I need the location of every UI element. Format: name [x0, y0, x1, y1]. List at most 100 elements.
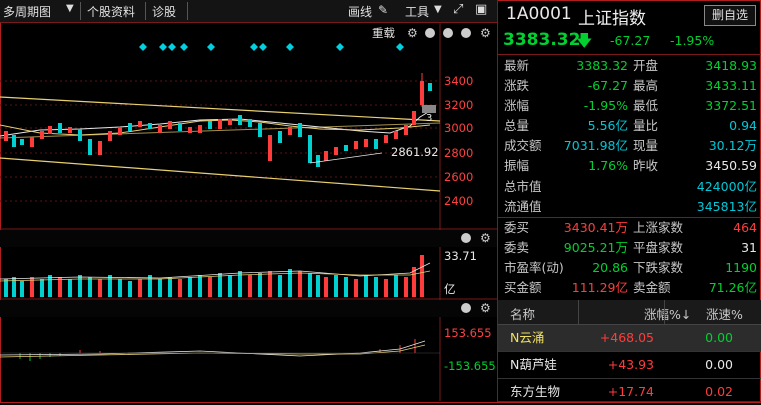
reload-button[interactable]: 重载: [372, 26, 395, 40]
quote-row: 委买 3430.41万 上涨家数 464: [498, 218, 761, 238]
table-row[interactable]: N云涌 +468.05 0.00: [498, 325, 761, 352]
quote-row: 流通值 345813亿: [498, 197, 761, 217]
quote-label: 昨收: [633, 158, 659, 174]
quote-value: 71.26亿: [708, 280, 757, 296]
quote-value: 9025.21万: [563, 239, 628, 255]
candles: [4, 73, 432, 167]
quote-label: 市盈率(动): [504, 259, 564, 275]
quote-value: 1.76%: [588, 158, 628, 174]
quote-value: 424000亿: [696, 178, 757, 194]
row-change: +468.05: [599, 330, 654, 345]
close-pane-icon[interactable]: [461, 28, 471, 38]
quote-row: 市盈率(动) 20.86 下跌家数 1190: [498, 258, 761, 278]
row-name: 东方生物: [510, 384, 561, 399]
quote-label: 最高: [633, 78, 659, 94]
quote-label: 涨跌: [504, 78, 530, 94]
volume-scale-top: 33.71: [444, 249, 477, 263]
quote-value: 5.56亿: [587, 118, 628, 134]
quote-value: 3418.93: [705, 58, 757, 73]
close-macd-pane-icon[interactable]: [461, 303, 471, 313]
quote-row: 买金额 111.29亿 卖金额 71.26亿: [498, 278, 761, 298]
toolbar-separator: [187, 2, 188, 20]
column-header-change[interactable]: 涨幅%↓: [644, 304, 691, 323]
dropdown-arrow-icon[interactable]: ▼: [434, 4, 442, 15]
quote-value: 3372.51: [705, 98, 757, 114]
quote-row: 涨幅 -1.95% 最低 3372.51: [498, 96, 761, 116]
ranking-table: 名称 涨幅%↓ 涨速% N云涌 +468.05 0.00 N葫芦娃 +43.93…: [498, 300, 761, 402]
quote-value: 7031.98亿: [563, 138, 628, 154]
current-price: 3383.32: [503, 30, 581, 50]
quote-label: 开盘: [633, 58, 659, 73]
quote-label: 最新: [504, 58, 530, 73]
stock-name: 上证指数: [578, 9, 646, 29]
down-arrow-icon: 🡇: [576, 31, 593, 50]
stock-header: 1A0001 上证指数 删自选: [498, 0, 761, 29]
quote-label: 成交额: [504, 138, 542, 154]
event-markers: [139, 43, 404, 51]
chart-controls: 重载 ⚙ ⚙: [372, 26, 491, 40]
quote-label: 卖金额: [633, 280, 671, 296]
gear-icon[interactable]: ⚙: [480, 26, 491, 40]
dropdown-arrow-icon[interactable]: ▼: [66, 3, 74, 14]
kline-svg: 重载 ⚙ ⚙ 3 2861.92 3400 3200 3000 2800 260…: [0, 23, 497, 401]
tools-button[interactable]: 工具: [405, 3, 429, 20]
kline-chart-area[interactable]: 重载 ⚙ ⚙ 3 2861.92 3400 3200 3000 2800 260…: [0, 23, 497, 401]
quote-label: 委卖: [504, 239, 530, 255]
quote-value: 1190: [725, 259, 757, 275]
macd-settings-icon[interactable]: ⚙: [480, 301, 491, 315]
remove-watchlist-button[interactable]: 删自选: [704, 5, 756, 26]
row-speed: 0.00: [705, 330, 733, 345]
column-header-name[interactable]: 名称: [510, 304, 535, 323]
quote-grid: 最新 3383.32 开盘 3418.93 涨跌 -67.27 最高 3433.…: [498, 56, 761, 298]
volume-settings-icon[interactable]: ⚙: [480, 231, 491, 245]
price-scale-label: 2400: [444, 194, 473, 208]
price-scale-label: 2600: [444, 170, 473, 184]
quote-row: 成交额 7031.98亿 现量 30.12万: [498, 136, 761, 156]
price-change-pct: -1.95%: [670, 33, 715, 48]
diagnose-button[interactable]: 诊股: [152, 3, 176, 20]
stock-code: 1A0001: [506, 4, 572, 24]
quote-label: 涨幅: [504, 98, 530, 114]
zoom-out-icon[interactable]: [425, 28, 435, 38]
trend-line-upper: [0, 96, 441, 122]
price-scale-label: 3200: [444, 98, 473, 112]
expand-icon[interactable]: ⤢: [453, 2, 463, 17]
zoom-in-icon[interactable]: [443, 28, 453, 38]
table-row[interactable]: 东方生物 +17.74 0.02: [498, 379, 761, 402]
macd-top-label: 153.655: [444, 326, 492, 340]
trend-line-lower: [0, 157, 441, 192]
quote-label: 总市值: [504, 178, 542, 194]
settings-small-icon[interactable]: ⚙: [407, 26, 418, 40]
price-scale-label: 3000: [444, 121, 473, 135]
price-scale-label: 2800: [444, 146, 473, 160]
close-chart-icon[interactable]: ▣: [475, 2, 487, 17]
stock-profile-button[interactable]: 个股资料: [87, 3, 135, 20]
row-change: +17.74: [607, 384, 654, 399]
draw-line-button[interactable]: 画线: [348, 3, 372, 20]
quote-value: 0.94: [729, 118, 757, 134]
price-scale: 3400 3200 3000 2800 2600 2400: [444, 74, 473, 208]
quote-value: -1.95%: [583, 98, 628, 114]
pencil-icon[interactable]: ✎: [378, 3, 388, 17]
quote-row: 涨跌 -67.27 最高 3433.11: [498, 76, 761, 96]
quote-label: 最低: [633, 98, 659, 114]
row-change: +43.93: [607, 357, 654, 372]
row-name: N葫芦娃: [510, 357, 557, 372]
quote-label: 委买: [504, 219, 530, 235]
row-speed: 0.02: [705, 384, 733, 399]
quote-row: 振幅 1.76% 昨收 3450.59: [498, 156, 761, 176]
quote-label: 量比: [633, 118, 659, 134]
quote-row: 总量 5.56亿 量比 0.94: [498, 116, 761, 136]
quote-value: 30.12万: [708, 138, 757, 154]
table-row[interactable]: N葫芦娃 +43.93 0.00: [498, 352, 761, 379]
quote-label: 总量: [504, 118, 530, 134]
column-header-speed[interactable]: 涨速%: [706, 304, 743, 323]
row-name: N云涌: [510, 330, 545, 345]
quote-panel: 1A0001 上证指数 删自选 3383.32 🡇 -67.27 -1.95% …: [497, 0, 761, 402]
close-volume-pane-icon[interactable]: [461, 233, 471, 243]
price-change: -67.27: [610, 33, 651, 48]
multi-period-button[interactable]: 多周期图: [3, 3, 51, 20]
quote-value: 31: [741, 239, 757, 255]
divider: [498, 54, 761, 55]
volume-unit-label: 亿: [444, 282, 456, 296]
